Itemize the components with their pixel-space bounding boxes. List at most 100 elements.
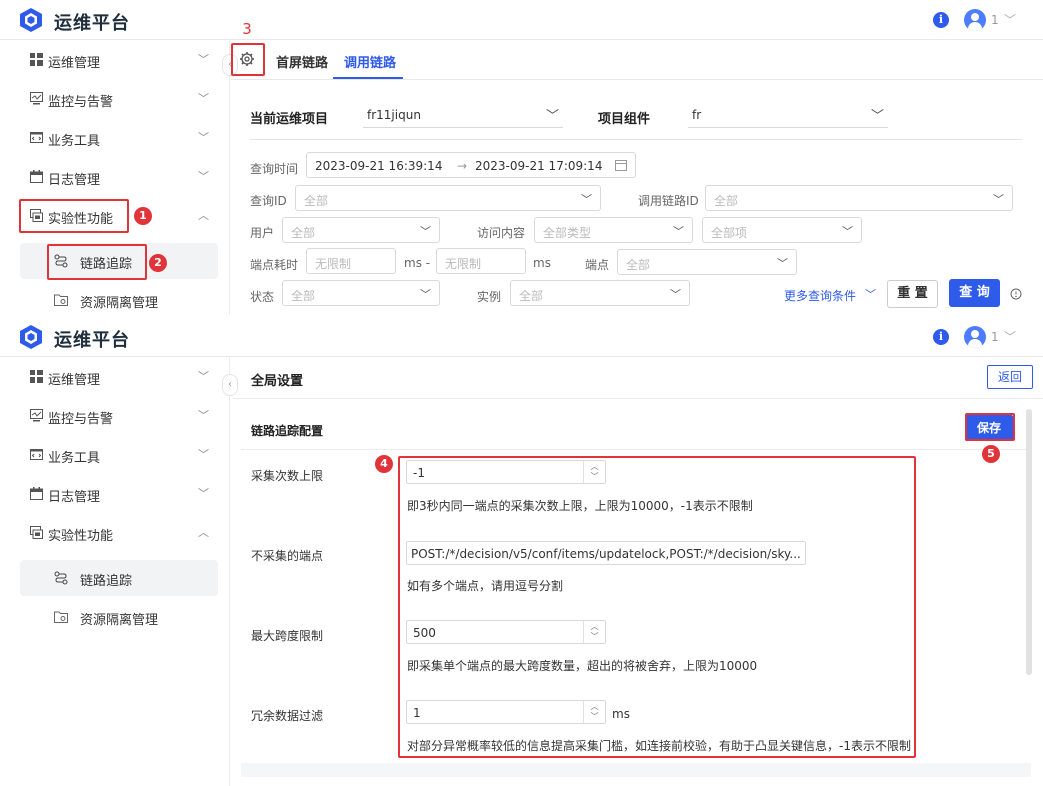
time-end: 2023-09-21 17:09:14 [475,159,603,173]
chevron-down-icon: ﹀ [198,409,209,422]
active-tab-indicator [333,77,403,79]
duration-unit: ms [533,256,551,270]
help-circle-icon[interactable] [1010,288,1022,300]
query-time-range[interactable]: 2023-09-21 16:39:14 → 2023-09-21 17:09:1… [306,152,636,178]
field-label: 不采集的端点 [251,549,324,563]
folder-settings-icon [54,611,68,623]
highlight-box-3 [231,43,265,76]
info-icon[interactable]: i [933,329,949,345]
sidebar-item-monitor[interactable]: 监控与告警 ﹀ [0,396,230,435]
chevron-down-icon: ﹀ [198,170,209,183]
sidebar-item-logs[interactable]: 日志管理 ﹀ [0,474,230,513]
tab-bar: 首屏链路 调用链路 [231,40,1043,80]
time-start: 2023-09-21 16:39:14 [315,159,443,173]
access-label: 访问内容 [477,226,526,240]
sidebar-item-label: 运维管理 [48,373,101,388]
route-icon [54,571,68,585]
query-button[interactable]: 查 询 [949,279,1000,307]
user-avatar-icon[interactable] [964,326,986,348]
step-badge-1: 1 [134,207,152,225]
monitor-icon [30,92,43,105]
user-name[interactable]: 1 [991,330,999,344]
sidebar-subitem-label: 链路追踪 [80,574,133,589]
user-avatar-icon[interactable] [964,9,986,31]
sidebar-subitem-isolation[interactable]: 资源隔离管理 [20,282,218,315]
query-id-label: 查询ID [250,194,287,208]
step-badge-4: 4 [375,455,393,473]
highlight-box-1 [19,199,129,233]
endpoint-select[interactable]: 全部 ﹀ [617,249,797,275]
chain-id-select[interactable]: 全部 ﹀ [705,185,1013,211]
step-badge-3: 3 [242,20,252,38]
grid-icon [30,53,43,66]
chevron-down-icon: ﹀ [545,109,559,124]
vertical-scrollbar[interactable] [1026,409,1032,675]
sidebar-subitem-label: 资源隔离管理 [80,296,159,311]
step-badge-2: 2 [149,254,167,272]
info-icon[interactable]: i [933,12,949,28]
chevron-down-icon: ﹀ [993,193,1004,206]
sidebar-subitem-isolation[interactable]: 资源隔离管理 [20,599,218,635]
access-type-select[interactable]: 全部类型 ﹀ [534,217,693,243]
duration-separator: ms - [404,256,431,270]
sidebar-item-label: 实验性功能 [48,529,114,544]
status-select[interactable]: 全部 ﹀ [282,280,440,306]
app-title: 运维平台 [54,330,130,351]
sidebar-subitem-tracing[interactable]: 链路追踪 [20,560,218,596]
logo-cube-icon [20,325,42,349]
chevron-down-icon: ﹀ [581,193,592,206]
user-select[interactable]: 全部 ﹀ [282,217,440,243]
chevron-down-icon[interactable]: ﹀ [865,286,876,302]
chevron-down-icon: ﹀ [420,288,431,301]
sidebar-item-label: 业务工具 [48,451,101,466]
section-header: 链路追踪配置 保存 [241,407,1031,450]
tab-call-chain[interactable]: 调用链路 [344,52,396,71]
sidebar-item-tools[interactable]: 业务工具 ﹀ [0,118,230,157]
highlight-box-2 [47,244,147,280]
instance-label: 实例 [477,290,502,304]
back-button[interactable]: 返回 [987,365,1033,389]
component-label: 项目组件 [598,112,651,127]
highlight-box-5 [965,413,1015,441]
top-bar: 运维平台 i 1 ﹀ [0,317,1043,357]
query-id-select[interactable]: 全部 ﹀ [295,185,601,211]
sidebar-item-monitor[interactable]: 监控与告警 ﹀ [0,79,230,118]
reset-button[interactable]: 重 置 [887,280,938,308]
sidebar-item-ops[interactable]: 运维管理 ﹀ [0,40,230,79]
chevron-down-icon: ﹀ [673,225,684,238]
project-select[interactable]: fr11jiqun ﹀ [363,102,563,128]
sidebar-item-ops[interactable]: 运维管理 ﹀ [0,357,230,396]
arrow-right-icon: → [457,159,468,173]
chevron-down-icon: ﹀ [842,225,853,238]
chevron-down-icon[interactable]: ﹀ [1004,328,1016,345]
calendar-icon [30,170,43,183]
component-select[interactable]: fr ﹀ [688,102,888,128]
code-window-icon [30,132,43,143]
duration-max-input[interactable]: 无限制 [436,248,526,274]
sidebar-subitem-label: 资源隔离管理 [80,613,159,628]
field-label: 采集次数上限 [251,469,324,483]
settings-header: 全局设置 返回 [233,357,1043,399]
user-name[interactable]: 1 [991,13,999,27]
section-footer [241,763,1031,777]
calendar-icon [30,487,43,500]
sidebar-item-label: 监控与告警 [48,412,114,427]
sidebar-item-tools[interactable]: 业务工具 ﹀ [0,435,230,474]
app-title: 运维平台 [54,13,130,34]
sidebar-item-experimental[interactable]: 实验性功能 ︿ [0,513,230,552]
chevron-down-icon: ﹀ [198,53,209,66]
access-item-select[interactable]: 全部项 ﹀ [702,217,862,243]
sidebar-item-logs[interactable]: 日志管理 ﹀ [0,157,230,196]
field-label: 最大跨度限制 [251,629,324,643]
instance-select[interactable]: 全部 ﹀ [510,280,690,306]
tab-first-screen[interactable]: 首屏链路 [276,52,328,71]
status-label: 状态 [250,290,275,304]
chevron-up-icon: ︿ [198,209,209,222]
chevron-up-icon: ︿ [198,526,209,539]
sidebar-item-label: 日志管理 [48,173,101,188]
project-label: 当前运维项目 [250,112,329,127]
more-conditions-link[interactable]: 更多查询条件 [784,287,856,304]
chevron-down-icon: ﹀ [198,448,209,461]
duration-min-input[interactable]: 无限制 [306,248,396,274]
chevron-down-icon[interactable]: ﹀ [1004,11,1016,28]
